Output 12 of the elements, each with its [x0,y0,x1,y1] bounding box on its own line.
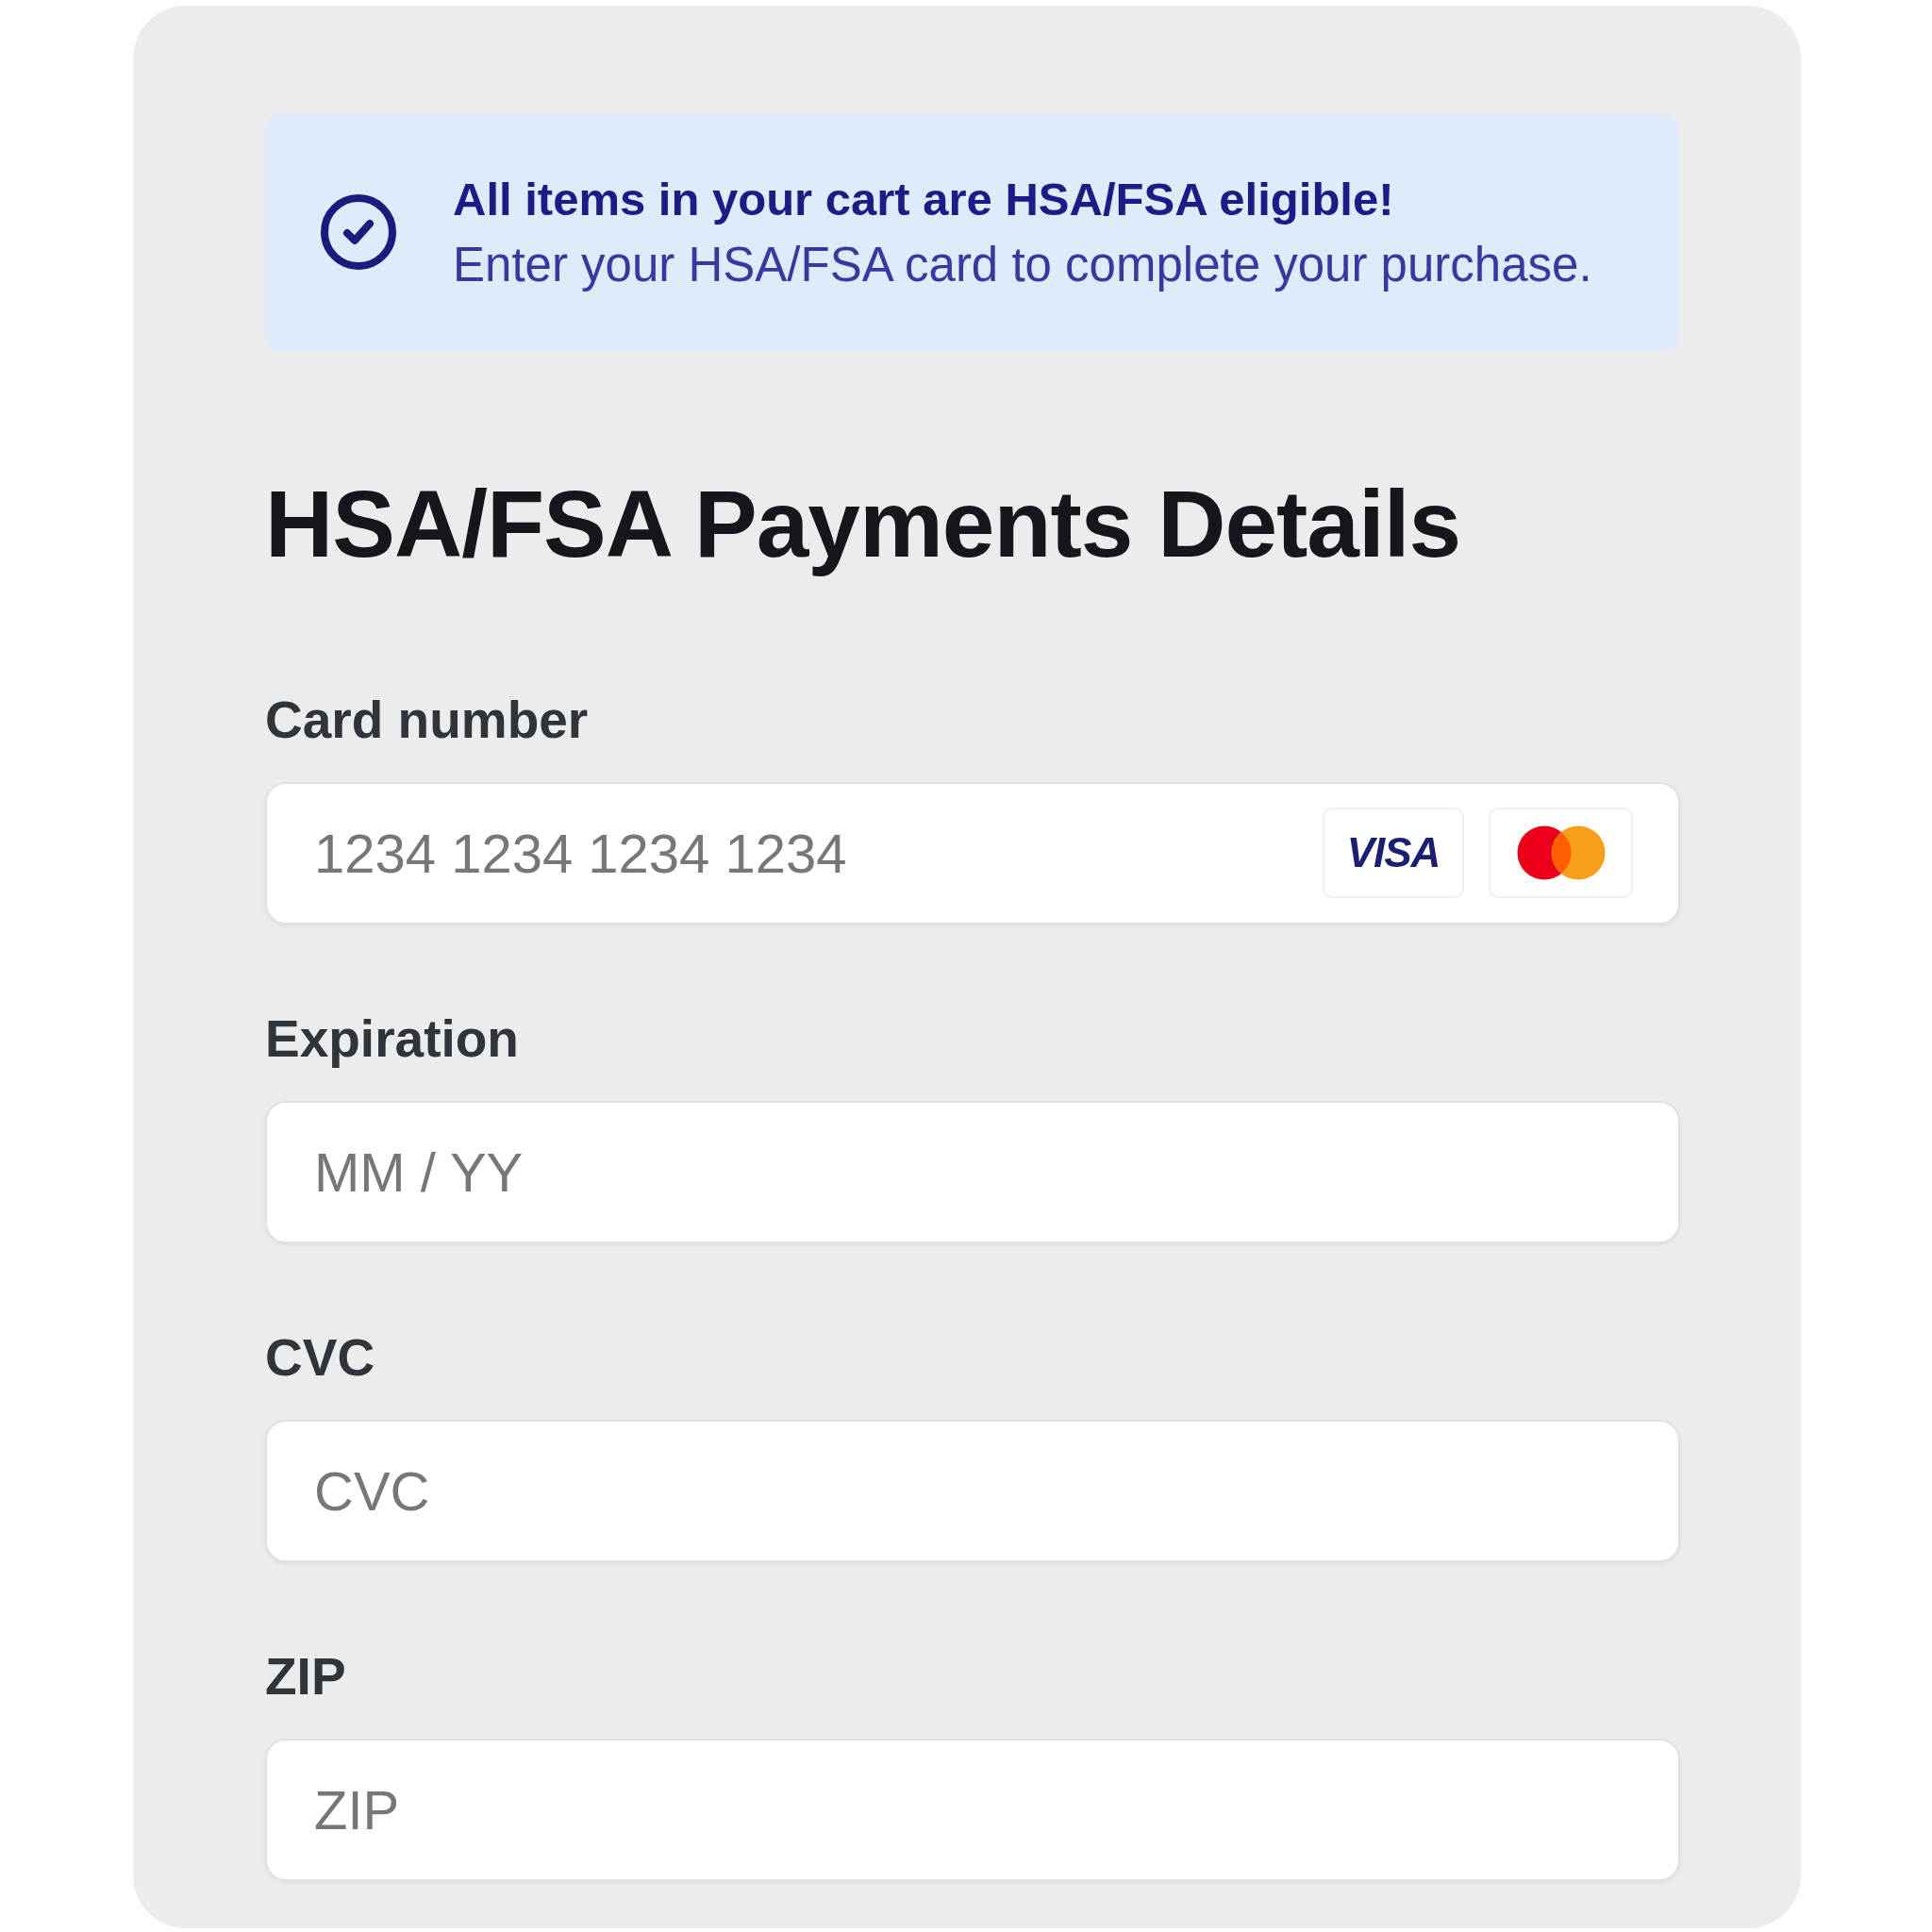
visa-logo: VISA [1323,808,1464,898]
input-field[interactable]: ZIP [265,1739,1680,1881]
input-field[interactable]: MM / YY [265,1101,1680,1243]
input-field[interactable]: CVC [265,1420,1680,1562]
page-heading: HSA/FSA Payments Details [265,470,1461,578]
field-label: Card number [265,690,589,751]
banner-message: Enter your HSA/FSA card to complete your purchase. [453,237,1592,293]
check-circle-icon [320,193,397,271]
field-label: Expiration [265,1008,519,1070]
field-label: CVC [265,1327,375,1389]
field-label: ZIP [265,1646,346,1707]
banner-title: All items in your cart are HSA/FSA eligible! [453,173,1394,226]
